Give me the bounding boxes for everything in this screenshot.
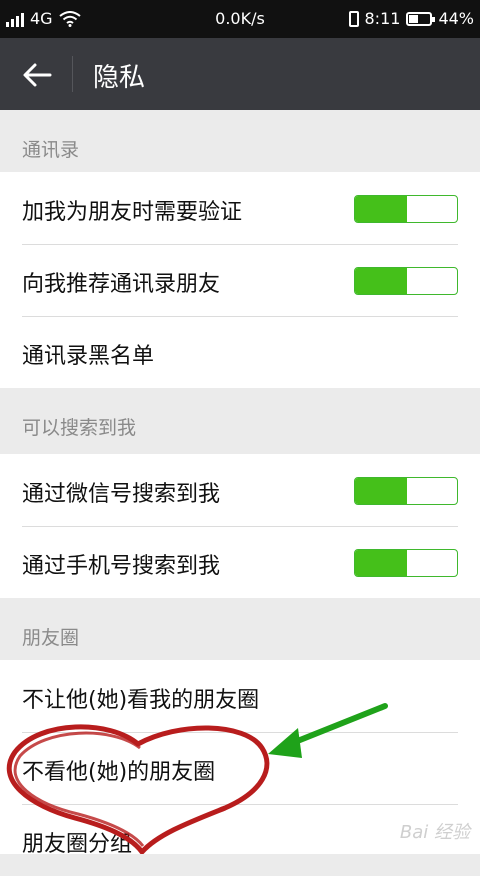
- section-header-searchable: 可以搜索到我: [0, 388, 480, 450]
- section-header-label: 朋友圈: [22, 627, 80, 649]
- setting-label: 朋友圈分组: [22, 832, 133, 857]
- friend-verification-toggle[interactable]: [354, 195, 458, 223]
- setting-row-hide-my-moments[interactable]: 不让他(她)看我的朋友圈: [0, 660, 480, 732]
- battery-percent: 44%: [438, 9, 474, 28]
- watermark: Bai 经验: [399, 822, 470, 843]
- settings-group-searchable: 通过微信号搜索到我 通过手机号搜索到我: [0, 454, 480, 598]
- setting-row-friend-verification[interactable]: 加我为朋友时需要验证: [0, 172, 480, 244]
- search-by-wechat-id-toggle[interactable]: [354, 477, 458, 505]
- settings-group-contacts: 加我为朋友时需要验证 向我推荐通讯录朋友 通讯录黑名单: [0, 172, 480, 388]
- back-arrow-icon[interactable]: [20, 58, 54, 92]
- page-title: 隐私: [93, 63, 146, 93]
- app-bar-divider: [72, 56, 73, 92]
- recommend-contacts-toggle[interactable]: [354, 267, 458, 295]
- setting-label: 通过手机号搜索到我: [22, 554, 221, 579]
- setting-row-hide-their-moments[interactable]: 不看他(她)的朋友圈: [0, 732, 480, 804]
- section-header-moments: 朋友圈: [0, 598, 480, 660]
- search-by-phone-toggle[interactable]: [354, 549, 458, 577]
- setting-row-recommend-contacts[interactable]: 向我推荐通讯录朋友: [0, 244, 480, 316]
- setting-row-contact-blacklist[interactable]: 通讯录黑名单: [0, 316, 480, 388]
- setting-label: 通讯录黑名单: [22, 344, 155, 369]
- status-bar: 4G 0.0K/s 8:11 44%: [0, 0, 480, 38]
- section-header-label: 通讯录: [22, 139, 80, 161]
- setting-label: 加我为朋友时需要验证: [22, 200, 243, 225]
- vibrate-icon: [348, 10, 359, 27]
- setting-row-search-by-phone[interactable]: 通过手机号搜索到我: [0, 526, 480, 598]
- setting-label: 不看他(她)的朋友圈: [22, 760, 216, 785]
- section-header-label: 可以搜索到我: [22, 417, 137, 439]
- setting-label: 通过微信号搜索到我: [22, 482, 221, 507]
- section-header-contacts: 通讯录: [0, 110, 480, 172]
- app-bar: 隐私: [0, 38, 480, 110]
- clock: 8:11: [364, 9, 401, 28]
- battery-icon: [406, 11, 436, 26]
- setting-label: 不让他(她)看我的朋友圈: [22, 688, 260, 713]
- setting-label: 向我推荐通讯录朋友: [22, 272, 221, 297]
- setting-row-search-by-wechat-id[interactable]: 通过微信号搜索到我: [0, 454, 480, 526]
